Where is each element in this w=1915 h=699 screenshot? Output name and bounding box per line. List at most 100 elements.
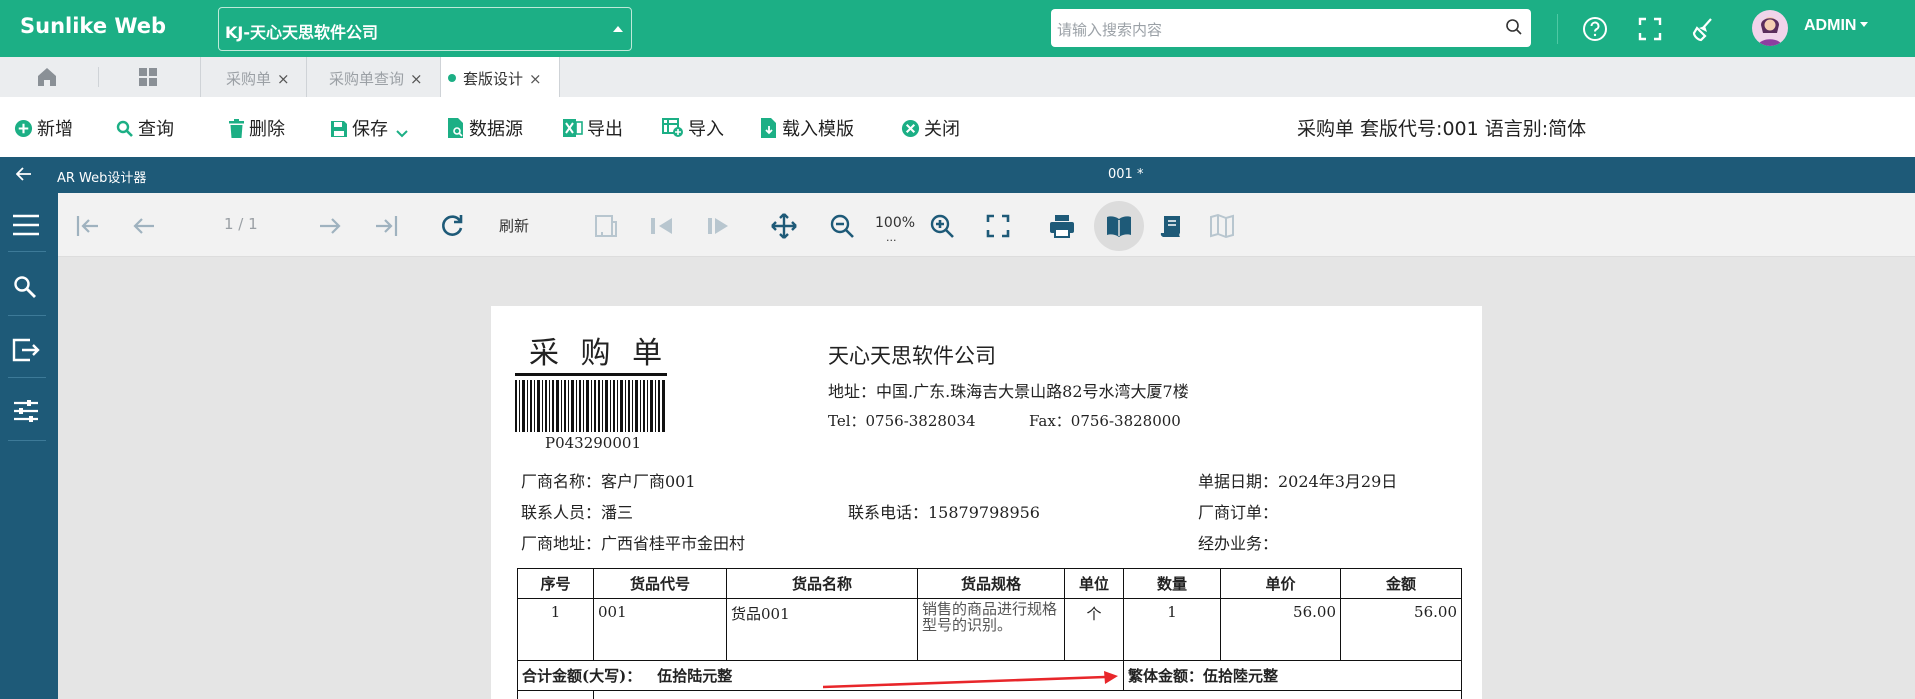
report-page: 采 购 单 P043290001 天心天思软件公司 地址：中国.广东.珠海吉大景… — [491, 306, 1482, 699]
title-underline — [515, 373, 667, 376]
close-icon[interactable]: × — [277, 70, 290, 88]
divider — [1557, 14, 1558, 44]
column-header: 数量 — [1123, 568, 1221, 599]
save-button[interactable]: 保存 — [330, 115, 412, 141]
export-button[interactable]: 导出 — [563, 115, 623, 141]
scroll-icon[interactable] — [1158, 212, 1186, 240]
next-page-icon[interactable] — [316, 212, 344, 240]
page-indicator[interactable]: 1 / 1 — [224, 215, 258, 233]
report-fax: Fax：0756-3828000 — [1029, 412, 1181, 430]
zoom-level[interactable]: 100% — [875, 215, 915, 231]
delete-button[interactable]: 删除 — [228, 115, 285, 141]
query-button[interactable]: 查询 — [116, 115, 174, 141]
divider — [98, 67, 99, 87]
play-forward-icon[interactable] — [704, 212, 732, 240]
column-header: 货品代号 — [593, 568, 727, 599]
column-header: 货品规格 — [917, 568, 1065, 599]
report-title: 采 购 单 — [529, 336, 669, 371]
menu-icon[interactable] — [12, 213, 40, 237]
plus-circle-icon — [14, 119, 33, 138]
sliders-icon[interactable] — [13, 399, 39, 423]
tab-label: 套版设计 — [463, 70, 524, 88]
caret-down-icon — [1860, 22, 1869, 27]
tab-purchase-query[interactable]: 采购单查询 × — [329, 57, 423, 97]
designer-title: AR Web设计器 — [57, 171, 147, 186]
barcode-image — [515, 380, 665, 432]
first-page-icon[interactable] — [74, 212, 102, 240]
divider — [8, 251, 46, 252]
cell: 货品001 — [726, 598, 918, 661]
tab-template-design[interactable]: 套版设计 × — [441, 57, 559, 97]
company-name: KJ-天心天思软件公司 — [225, 23, 378, 42]
top-bar: Sunlike Web KJ-天心天思软件公司 请输入搜索内容 ADMIN — [0, 0, 1915, 57]
divider — [8, 315, 46, 316]
app-logo: Sunlike Web — [20, 14, 167, 38]
table-import-icon — [662, 118, 683, 137]
help-icon[interactable] — [1580, 14, 1610, 44]
import-label: 导入 — [688, 119, 724, 140]
close-icon[interactable]: × — [410, 70, 423, 88]
datasource-label: 数据源 — [469, 119, 523, 140]
datasource-button[interactable]: 数据源 — [447, 115, 523, 141]
grid-icon[interactable] — [138, 67, 158, 87]
zoom-in-icon[interactable] — [928, 212, 956, 240]
caret-up-icon — [613, 26, 623, 32]
search-icon[interactable] — [13, 275, 37, 299]
fullscreen-icon[interactable] — [1635, 14, 1665, 44]
back-arrow-icon[interactable] — [16, 167, 32, 181]
home-icon[interactable] — [36, 67, 58, 87]
load-template-button[interactable]: 载入模版 — [760, 115, 854, 141]
table-header-row: 序号 货品代号 货品名称 货品规格 单位 数量 单价 金额 — [517, 568, 1462, 599]
document-name: 001 * — [1108, 167, 1144, 182]
avatar[interactable] — [1752, 10, 1788, 46]
tab-label: 采购单 — [226, 70, 272, 88]
chevron-down-icon[interactable] — [396, 130, 408, 138]
cell — [593, 690, 1462, 699]
zoom-out-icon[interactable] — [828, 212, 856, 240]
pan-icon[interactable] — [770, 212, 798, 240]
export-icon[interactable] — [12, 338, 40, 362]
play-backward-icon[interactable] — [648, 212, 676, 240]
active-dot — [448, 74, 456, 82]
search-input[interactable]: 请输入搜索内容 — [1051, 9, 1531, 47]
template-info: 采购单 套版代号:001 语言别:简体 — [1297, 118, 1587, 140]
viewer-toolbar: 1 / 1 刷新 100% ... — [58, 193, 1915, 257]
refresh-label[interactable]: 刷新 — [499, 215, 529, 236]
map-icon[interactable] — [1208, 212, 1236, 240]
divider — [8, 377, 46, 378]
search-icon[interactable] — [1505, 18, 1523, 36]
close-button[interactable]: 关闭 — [901, 115, 960, 141]
report-address: 地址：中国.广东.珠海吉大景山路82号水湾大厦7楼 — [828, 382, 1189, 401]
copy-page-icon[interactable] — [592, 212, 620, 240]
tab-bar: 采购单 × 采购单查询 × 套版设计 × — [0, 57, 1915, 97]
export-label: 导出 — [587, 119, 623, 140]
contact-person: 联系人员：潘三 — [521, 503, 634, 522]
new-button[interactable]: 新增 — [14, 115, 73, 141]
refresh-icon[interactable] — [438, 212, 466, 240]
print-icon[interactable] — [1048, 212, 1076, 240]
divider — [200, 57, 201, 97]
book-open-icon[interactable] — [1105, 212, 1133, 240]
file-download-icon — [761, 118, 776, 138]
fit-page-icon[interactable] — [984, 212, 1012, 240]
clear-cache-icon[interactable] — [1689, 14, 1719, 44]
cell — [517, 690, 594, 699]
save-icon — [331, 121, 347, 137]
total-value: 伍拾陆元整 — [657, 667, 733, 685]
tab-purchase-order[interactable]: 采购单 × — [226, 57, 290, 97]
annotation-arrow — [823, 671, 1118, 689]
zoom-more[interactable]: ... — [886, 231, 897, 244]
divider — [559, 57, 560, 97]
import-button[interactable]: 导入 — [662, 115, 724, 141]
company-select[interactable]: KJ-天心天思软件公司 — [218, 7, 632, 51]
report-company: 天心天思软件公司 — [828, 344, 996, 368]
close-icon[interactable]: × — [529, 70, 542, 88]
close-circle-icon — [901, 119, 920, 138]
divider — [306, 57, 307, 97]
last-page-icon[interactable] — [372, 212, 400, 240]
total-label: 合计金额(大写)： — [522, 667, 642, 685]
file-search-icon — [448, 118, 463, 138]
prev-page-icon[interactable] — [130, 212, 158, 240]
report-tel: Tel：0756-3828034 — [828, 412, 976, 430]
user-menu[interactable]: ADMIN — [1804, 17, 1869, 35]
